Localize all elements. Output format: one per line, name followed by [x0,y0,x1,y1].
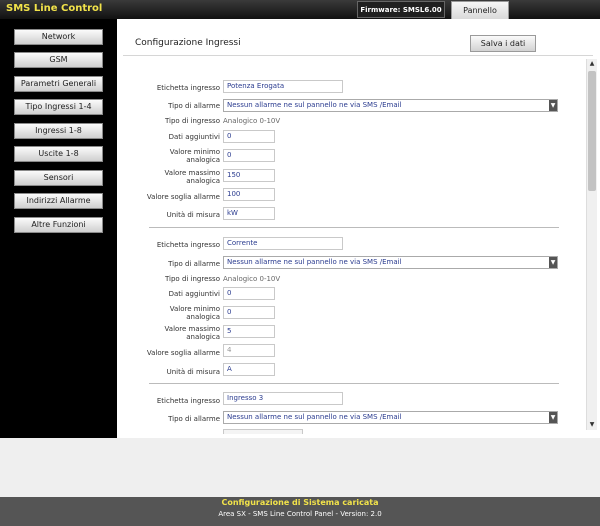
sidebar-item-parametri-generali[interactable]: Parametri Generali [14,76,103,92]
scroll-up-icon[interactable]: ▲ [587,59,597,69]
label-dati-aggiuntivi: Dati aggiuntivi [168,133,220,141]
input-1-alarm-value: Nessun allarme ne sul pannello ne via SM… [227,101,402,109]
input-3-type-select[interactable] [223,429,303,434]
label-unita: Unità di misura [166,368,220,376]
save-button[interactable]: Salva i dati [470,35,536,52]
label-valore-minimo: Valore minimo analogica [169,305,220,321]
section-divider [149,383,559,384]
label-unita: Unità di misura [166,211,220,219]
sidebar-item-gsm[interactable]: GSM [14,52,103,68]
label-etichetta: Etichetta ingresso [156,84,220,92]
sidebar-item-indirizzi-allarme[interactable]: Indirizzi Allarme [14,193,103,209]
label-valore-soglia: Valore soglia allarme [146,193,220,201]
page-title: Configurazione Ingressi [135,38,241,48]
scrollbar-thumb[interactable] [588,71,596,191]
input-2-extra-field[interactable]: 0 [223,287,275,300]
label-valore-minimo: Valore minimo analogica [169,148,220,164]
sidebar: Network GSM Parametri Generali Tipo Ingr… [0,19,117,438]
label-tipo-allarme: Tipo di allarme [168,102,220,110]
label-tipo-allarme: Tipo di allarme [168,415,220,423]
input-2-min-field[interactable]: 0 [223,306,275,319]
input-1-label-field[interactable]: Potenza Erogata [223,80,343,93]
chevron-down-icon: ▼ [549,257,557,268]
input-1-extra-field[interactable]: 0 [223,130,275,143]
input-2-max-field[interactable]: 5 [223,325,275,338]
sidebar-item-ingressi[interactable]: Ingressi 1-8 [14,123,103,139]
sidebar-item-network[interactable]: Network [14,29,103,45]
input-2-alarm-select[interactable]: Nessun allarme ne sul pannello ne via SM… [223,256,558,269]
input-2-label-field[interactable]: Corrente [223,237,343,250]
input-1-threshold-field[interactable]: 100 [223,188,275,201]
header-bar: SMS Line Control Firmware: SMSL6.00 Pann… [0,0,600,19]
label-dati-aggiuntivi: Dati aggiuntivi [168,290,220,298]
label-tipo-ingresso: Tipo di ingresso [164,275,220,283]
input-1-unit-field[interactable]: kW [223,207,275,220]
inputs-form: Etichetta ingresso Potenza Erogata Tipo … [117,59,600,434]
sidebar-item-altre-funzioni[interactable]: Altre Funzioni [14,217,103,233]
input-1-alarm-select[interactable]: Nessun allarme ne sul pannello ne via SM… [223,99,558,112]
input-3-alarm-select[interactable]: Nessun allarme ne sul pannello ne via SM… [223,411,558,424]
firmware-label: Firmware: SMSL6.00 [357,1,445,18]
chevron-down-icon: ▼ [549,100,557,111]
label-tipo-ingresso: Tipo di ingresso [164,117,220,125]
input-1-min-field[interactable]: 0 [223,149,275,162]
label-valore-massimo: Valore massimo analogica [164,325,220,341]
sidebar-item-uscite[interactable]: Uscite 1-8 [14,146,103,162]
status-message: Configurazione di Sistema caricata [221,498,379,507]
tab-pannello[interactable]: Pannello [451,1,509,19]
label-valore-soglia: Valore soglia allarme [146,349,220,357]
sidebar-item-tipo-ingressi[interactable]: Tipo Ingressi 1-4 [14,99,103,115]
input-1-type-value: Analogico 0-10V [223,117,281,125]
label-etichetta: Etichetta ingresso [156,397,220,405]
label-valore-massimo: Valore massimo analogica [164,169,220,185]
label-etichetta: Etichetta ingresso [156,241,220,249]
label-tipo-allarme: Tipo di allarme [168,260,220,268]
title-divider [123,55,593,56]
section-divider [149,227,559,228]
app-title: SMS Line Control [6,3,103,14]
scroll-down-icon[interactable]: ▼ [587,420,597,430]
input-2-type-value: Analogico 0-10V [223,275,281,283]
input-3-label-field[interactable]: Ingresso 3 [223,392,343,405]
main-panel: Configurazione Ingressi Salva i dati Eti… [117,19,600,438]
sidebar-item-sensori[interactable]: Sensori [14,170,103,186]
vertical-scrollbar[interactable]: ▲ ▼ [586,59,597,430]
input-2-unit-field[interactable]: A [223,363,275,376]
footer-bar: Configurazione di Sistema caricata Area … [0,497,600,526]
chevron-down-icon: ▼ [549,412,557,423]
input-3-alarm-value: Nessun allarme ne sul pannello ne via SM… [227,413,402,421]
input-1-max-field[interactable]: 150 [223,169,275,182]
input-2-alarm-value: Nessun allarme ne sul pannello ne via SM… [227,258,402,266]
footer-copyright: Area SX - SMS Line Control Panel - Versi… [218,510,382,518]
input-2-threshold-field[interactable]: 4 [223,344,275,357]
